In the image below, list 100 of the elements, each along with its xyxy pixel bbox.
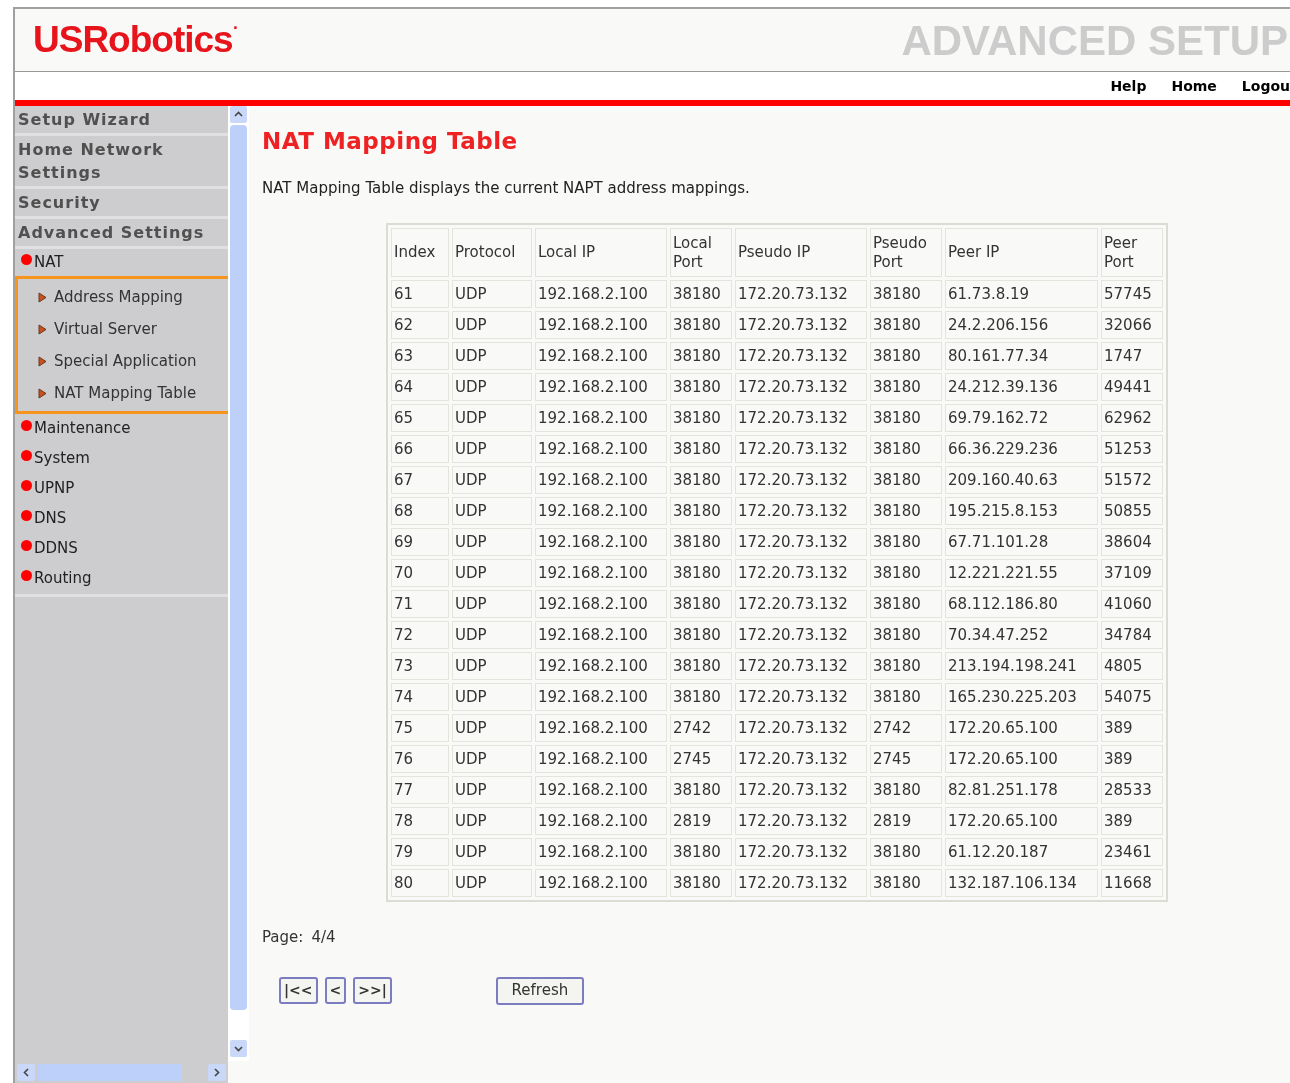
- table-cell: 172.20.73.132: [735, 311, 867, 339]
- table-cell: UDP: [452, 280, 532, 308]
- table-cell: UDP: [452, 559, 532, 587]
- pagination-button[interactable]: |<<: [279, 977, 318, 1004]
- sidebar-item[interactable]: Routing: [15, 564, 228, 594]
- bullet-icon: [21, 254, 32, 265]
- table-cell: UDP: [452, 776, 532, 804]
- table-cell: 192.168.2.100: [535, 497, 667, 525]
- table-cell: 38180: [870, 497, 942, 525]
- scrollbar-thumb[interactable]: [230, 125, 247, 1010]
- table-cell: 38180: [670, 497, 732, 525]
- column-header: Peer Port: [1101, 228, 1163, 277]
- submenu-item[interactable]: Virtual Server: [18, 313, 228, 345]
- table-cell: UDP: [452, 404, 532, 432]
- submenu-item[interactable]: Special Application: [18, 345, 228, 377]
- table-cell: 50855: [1101, 497, 1163, 525]
- submenu-item[interactable]: Address Mapping: [18, 281, 228, 313]
- scroll-up-icon[interactable]: [230, 106, 247, 123]
- column-header: Local IP: [535, 228, 667, 277]
- table-cell: 132.187.106.134: [945, 869, 1098, 897]
- table-cell: 38180: [670, 404, 732, 432]
- table-cell: 41060: [1101, 590, 1163, 618]
- table-cell: 172.20.73.132: [735, 590, 867, 618]
- pagination-button[interactable]: >>|: [353, 977, 392, 1004]
- table-cell: 38180: [870, 869, 942, 897]
- table-cell: 172.20.73.132: [735, 528, 867, 556]
- sidebar-item[interactable]: UPNP: [15, 474, 228, 504]
- table-cell: 38180: [670, 280, 732, 308]
- refresh-button[interactable]: Refresh: [495, 976, 584, 1005]
- table-cell: 172.20.73.132: [735, 621, 867, 649]
- table-cell: 172.20.73.132: [735, 559, 867, 587]
- table-cell: 192.168.2.100: [535, 807, 667, 835]
- table-cell: UDP: [452, 435, 532, 463]
- table-cell: 38180: [870, 280, 942, 308]
- table-cell: 65: [391, 404, 449, 432]
- table-cell: 389: [1101, 807, 1163, 835]
- sidebar-item[interactable]: System: [15, 444, 228, 474]
- table-cell: 172.20.73.132: [735, 838, 867, 866]
- table-cell: UDP: [452, 683, 532, 711]
- sidebar-item[interactable]: Maintenance: [15, 414, 228, 444]
- table-cell: 192.168.2.100: [535, 838, 667, 866]
- page-label: Page:: [262, 927, 304, 948]
- scroll-left-icon[interactable]: [17, 1063, 35, 1081]
- table-cell: 172.20.65.100: [945, 714, 1098, 742]
- table-cell: 2742: [870, 714, 942, 742]
- header-link[interactable]: Help: [1110, 75, 1147, 97]
- bullet-icon: [21, 450, 32, 461]
- table-cell: UDP: [452, 838, 532, 866]
- table-cell: 38180: [870, 683, 942, 711]
- table-cell: 12.221.221.55: [945, 559, 1098, 587]
- table-cell: UDP: [452, 342, 532, 370]
- table-cell: 38180: [670, 683, 732, 711]
- scrollbar-thumb[interactable]: [38, 1063, 182, 1081]
- table-cell: 165.230.225.203: [945, 683, 1098, 711]
- page-number: 4/4: [311, 927, 336, 948]
- table-cell: 82.81.251.178: [945, 776, 1098, 804]
- column-header: Pseudo IP: [735, 228, 867, 277]
- table-cell: 389: [1101, 745, 1163, 773]
- sidebar-item[interactable]: DDNS: [15, 534, 228, 564]
- table-cell: 1747: [1101, 342, 1163, 370]
- table-cell: 2745: [870, 745, 942, 773]
- table-cell: 172.20.73.132: [735, 280, 867, 308]
- table-cell: 79: [391, 838, 449, 866]
- submenu-item[interactable]: NAT Mapping Table: [18, 377, 228, 409]
- table-cell: 66.36.229.236: [945, 435, 1098, 463]
- header-link[interactable]: Logou: [1241, 75, 1290, 97]
- table-cell: 38180: [670, 869, 732, 897]
- table-cell: 68.112.186.80: [945, 590, 1098, 618]
- table-cell: 38180: [870, 435, 942, 463]
- table-cell: 2819: [870, 807, 942, 835]
- scroll-down-icon[interactable]: [230, 1040, 247, 1057]
- table-cell: 38180: [670, 528, 732, 556]
- pagination-button[interactable]: <: [324, 977, 347, 1004]
- table-cell: 172.20.73.132: [735, 435, 867, 463]
- table-cell: 172.20.73.132: [735, 404, 867, 432]
- triangle-icon: [38, 323, 47, 335]
- table-cell: UDP: [452, 807, 532, 835]
- table-cell: 54075: [1101, 683, 1163, 711]
- table-cell: 80.161.77.34: [945, 342, 1098, 370]
- header-link[interactable]: Home: [1171, 75, 1217, 97]
- table-cell: 80: [391, 869, 449, 897]
- triangle-icon: [38, 291, 47, 303]
- table-cell: UDP: [452, 466, 532, 494]
- scroll-right-icon[interactable]: [208, 1063, 226, 1081]
- table-cell: 38180: [870, 559, 942, 587]
- table-cell: 70.34.47.252: [945, 621, 1098, 649]
- page-title: NAT Mapping Table: [262, 127, 519, 156]
- table-cell: 38180: [670, 838, 732, 866]
- sidebar-item[interactable]: DNS: [15, 504, 228, 534]
- table-cell: 192.168.2.100: [535, 280, 667, 308]
- table-cell: 38180: [870, 838, 942, 866]
- table-cell: 77: [391, 776, 449, 804]
- table-cell: 192.168.2.100: [535, 745, 667, 773]
- table-cell: 192.168.2.100: [535, 373, 667, 401]
- triangle-icon: [38, 387, 47, 399]
- table-cell: 51253: [1101, 435, 1163, 463]
- table-cell: 192.168.2.100: [535, 714, 667, 742]
- table-cell: 38180: [670, 342, 732, 370]
- table-cell: 172.20.73.132: [735, 652, 867, 680]
- table-cell: 72: [391, 621, 449, 649]
